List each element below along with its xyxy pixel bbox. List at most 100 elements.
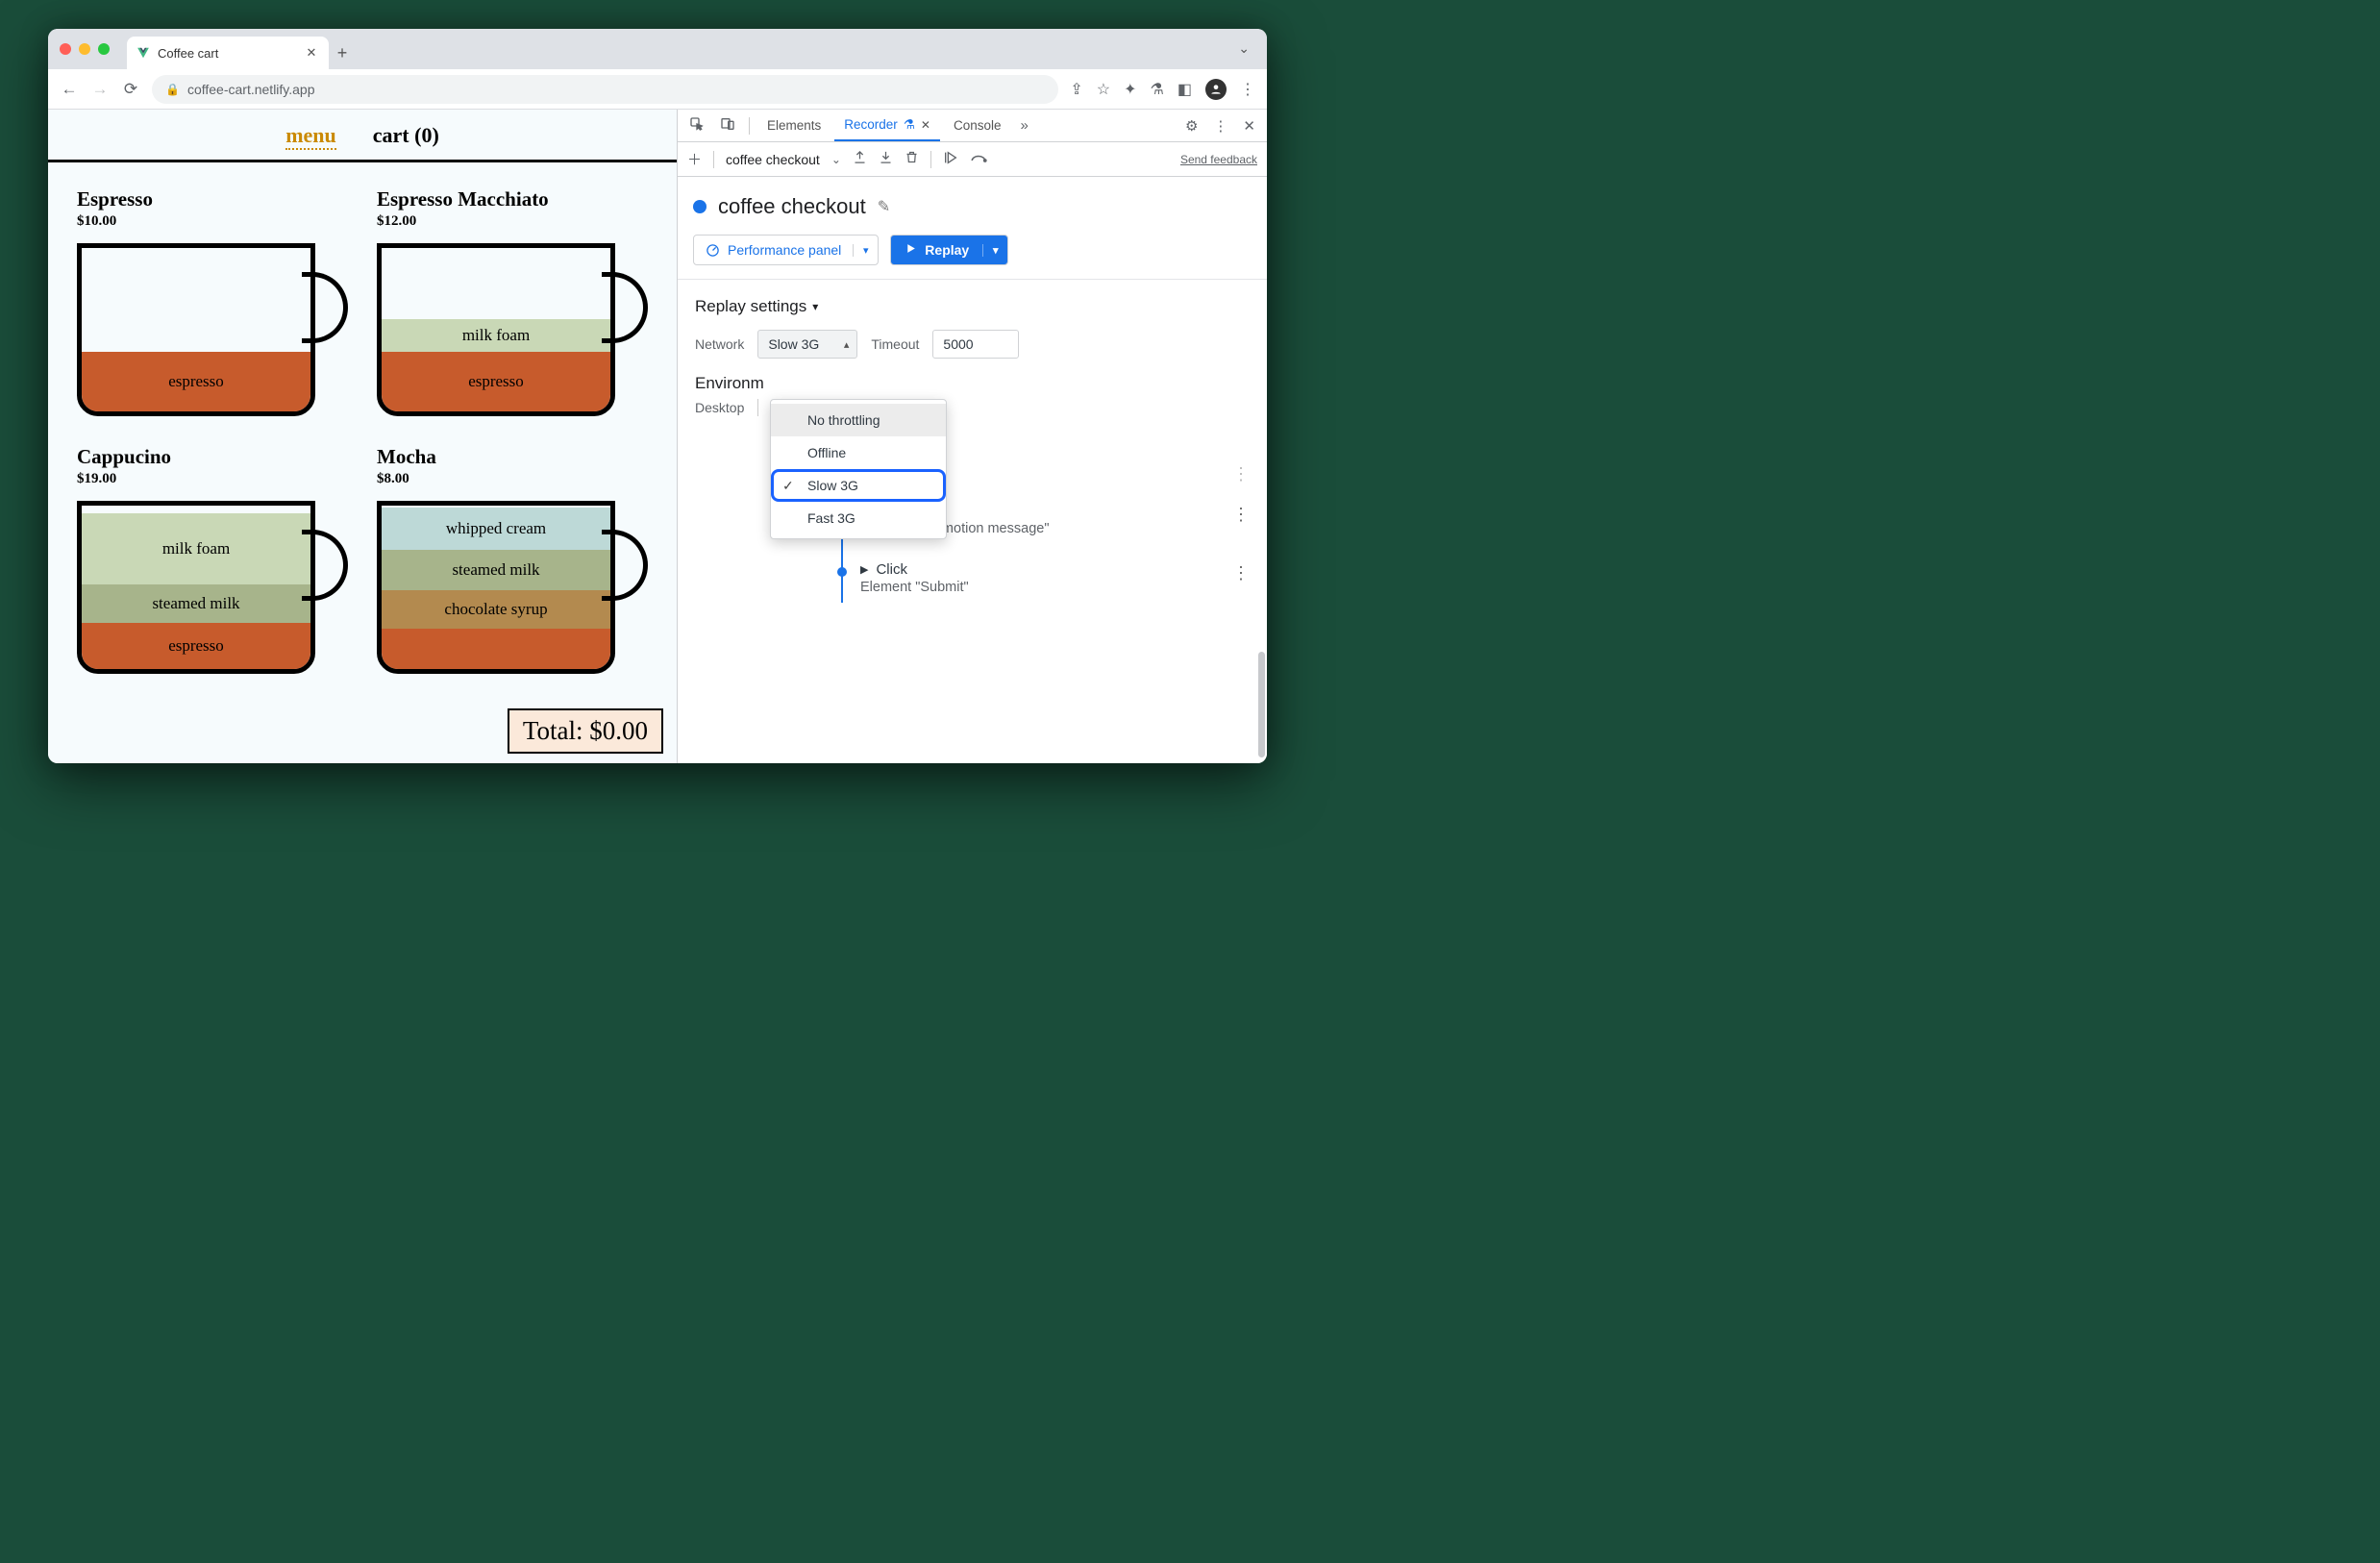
toolbar-icons: ⇪ ☆ ✦ ⚗ ◧ ⋮ — [1070, 79, 1255, 100]
cup-illustration: espresso — [77, 243, 315, 416]
network-option[interactable]: Offline — [771, 436, 946, 469]
timeout-input[interactable]: 5000 — [932, 330, 1019, 359]
profile-avatar[interactable] — [1205, 79, 1227, 100]
step-more-icon[interactable]: ⋮ — [1232, 464, 1250, 484]
send-feedback-link[interactable]: Send feedback — [1180, 153, 1257, 166]
settings-icon[interactable]: ⚙ — [1179, 117, 1203, 135]
cup-illustration: milk foamsteamed milkespresso — [77, 501, 315, 674]
network-option[interactable]: No throttling — [771, 404, 946, 436]
maximize-window[interactable] — [98, 43, 110, 55]
network-option[interactable]: Fast 3G — [771, 502, 946, 534]
performance-panel-dropdown[interactable]: ▾ — [853, 244, 878, 257]
product-card[interactable]: Espresso $10.00 espresso — [77, 187, 348, 416]
tab-recorder[interactable]: Recorder ⚗ ✕ — [834, 110, 940, 141]
network-value: Slow 3G — [768, 336, 819, 352]
step-over-icon[interactable] — [970, 151, 987, 168]
network-option-label: Offline — [807, 445, 846, 460]
edit-title-icon[interactable]: ✎ — [878, 197, 890, 216]
close-window[interactable] — [60, 43, 71, 55]
browser-window: Coffee cart ✕ + ⌄ ← → ⟳ 🔒 coffee-cart.ne… — [48, 29, 1267, 763]
inspect-icon[interactable] — [683, 116, 710, 136]
url-field[interactable]: 🔒 coffee-cart.netlify.app — [152, 75, 1058, 104]
cup-handle — [302, 530, 348, 601]
recording-selector[interactable]: coffee checkout — [726, 152, 820, 167]
reload-button[interactable]: ⟳ — [121, 80, 140, 99]
cup-handle — [602, 530, 648, 601]
nav-menu[interactable]: menu — [285, 123, 336, 150]
cup-layer: chocolate syrup — [382, 590, 610, 629]
browser-tab[interactable]: Coffee cart ✕ — [127, 37, 329, 69]
product-name: Espresso — [77, 187, 348, 211]
panel-icon[interactable]: ◧ — [1178, 80, 1192, 99]
minimize-window[interactable] — [79, 43, 90, 55]
close-tab-icon[interactable]: ✕ — [304, 45, 319, 61]
expand-icon[interactable]: ▶ — [860, 563, 868, 576]
import-icon[interactable] — [879, 150, 893, 168]
export-icon[interactable] — [853, 150, 867, 168]
cup-layer — [382, 629, 610, 669]
replay-button[interactable]: Replay ▾ — [890, 235, 1008, 265]
devtools-menu-icon[interactable]: ⋮ — [1207, 117, 1233, 135]
recorder-body: Replay settings ▾ Network Slow 3G Timeou… — [678, 280, 1267, 763]
product-card[interactable]: Espresso Macchiato $12.00 milk foamespre… — [377, 187, 648, 416]
step-play-icon[interactable] — [943, 150, 958, 169]
more-tabs-icon[interactable]: » — [1015, 117, 1034, 134]
step-action: Click — [876, 561, 907, 578]
cup-layer: milk foam — [82, 513, 310, 584]
share-icon[interactable]: ⇪ — [1070, 80, 1082, 99]
delete-icon[interactable] — [905, 150, 919, 168]
device-toggle-icon[interactable] — [714, 116, 741, 136]
replay-settings-label: Replay settings — [695, 297, 806, 316]
total-badge[interactable]: Total: $0.00 — [508, 708, 663, 754]
back-button[interactable]: ← — [60, 80, 79, 99]
product-price: $19.00 — [77, 471, 348, 487]
cup-layer: milk foam — [382, 319, 610, 352]
scrollbar[interactable] — [1258, 652, 1265, 757]
labs-icon[interactable]: ⚗ — [1151, 80, 1164, 99]
window-controls — [60, 29, 127, 69]
recording-dropdown-icon[interactable]: ⌄ — [831, 153, 841, 166]
cup-layer: steamed milk — [82, 584, 310, 623]
product-price: $8.00 — [377, 471, 648, 487]
network-label: Network — [695, 336, 744, 352]
product-grid: Espresso $10.00 espresso Espresso Macchi… — [48, 162, 677, 699]
nav-cart[interactable]: cart (0) — [373, 123, 439, 150]
vue-icon — [136, 46, 150, 60]
caret-down-icon: ▾ — [812, 300, 818, 313]
performance-panel-button[interactable]: Performance panel ▾ — [693, 235, 879, 265]
new-tab-button[interactable]: + — [329, 43, 356, 69]
tab-elements[interactable]: Elements — [757, 110, 831, 141]
product-card[interactable]: Cappucino $19.00 milk foamsteamed milkes… — [77, 445, 348, 674]
browser-tabbar: Coffee cart ✕ + ⌄ — [48, 29, 1267, 69]
replay-settings-title[interactable]: Replay settings ▾ — [695, 297, 1250, 316]
bookmark-icon[interactable]: ☆ — [1097, 80, 1110, 99]
forward-button[interactable]: → — [90, 80, 110, 99]
close-tab-icon[interactable]: ✕ — [921, 118, 930, 132]
network-option-label: Slow 3G — [807, 478, 858, 493]
network-select[interactable]: Slow 3G — [757, 330, 857, 359]
gauge-icon — [706, 243, 720, 258]
product-card[interactable]: Mocha $8.00 whipped creamsteamed milkcho… — [377, 445, 648, 674]
replay-dropdown[interactable]: ▾ — [982, 244, 1007, 257]
browser-menu-icon[interactable]: ⋮ — [1240, 80, 1255, 99]
tab-title: Coffee cart — [158, 46, 218, 61]
network-dropdown-menu: No throttling Offline ✓ Slow 3G Fast 3G — [770, 399, 947, 539]
network-option-label: Fast 3G — [807, 510, 855, 526]
cup-layer: espresso — [382, 352, 610, 411]
network-option[interactable]: ✓ Slow 3G — [771, 469, 946, 502]
step-detail: Element "Submit" — [860, 580, 969, 595]
timeout-value: 5000 — [943, 336, 973, 352]
extensions-icon[interactable]: ✦ — [1124, 80, 1136, 99]
site-nav: menu cart (0) — [48, 110, 677, 162]
step-row[interactable]: ▶ Click Element "Submit" ⋮ — [803, 554, 1250, 612]
address-bar: ← → ⟳ 🔒 coffee-cart.netlify.app ⇪ ☆ ✦ ⚗ … — [48, 69, 1267, 110]
step-more-icon[interactable]: ⋮ — [1232, 505, 1250, 525]
tab-console[interactable]: Console — [944, 110, 1011, 141]
close-devtools-icon[interactable]: ✕ — [1237, 117, 1261, 135]
check-icon: ✓ — [782, 478, 794, 494]
step-more-icon[interactable]: ⋮ — [1232, 563, 1250, 583]
step-marker-icon — [837, 567, 847, 577]
tabs-menu-icon[interactable]: ⌄ — [1238, 40, 1250, 57]
devtools-panel: Elements Recorder ⚗ ✕ Console » ⚙ ⋮ ✕ ＋ … — [677, 110, 1267, 763]
add-recording-icon[interactable]: ＋ — [687, 149, 702, 169]
